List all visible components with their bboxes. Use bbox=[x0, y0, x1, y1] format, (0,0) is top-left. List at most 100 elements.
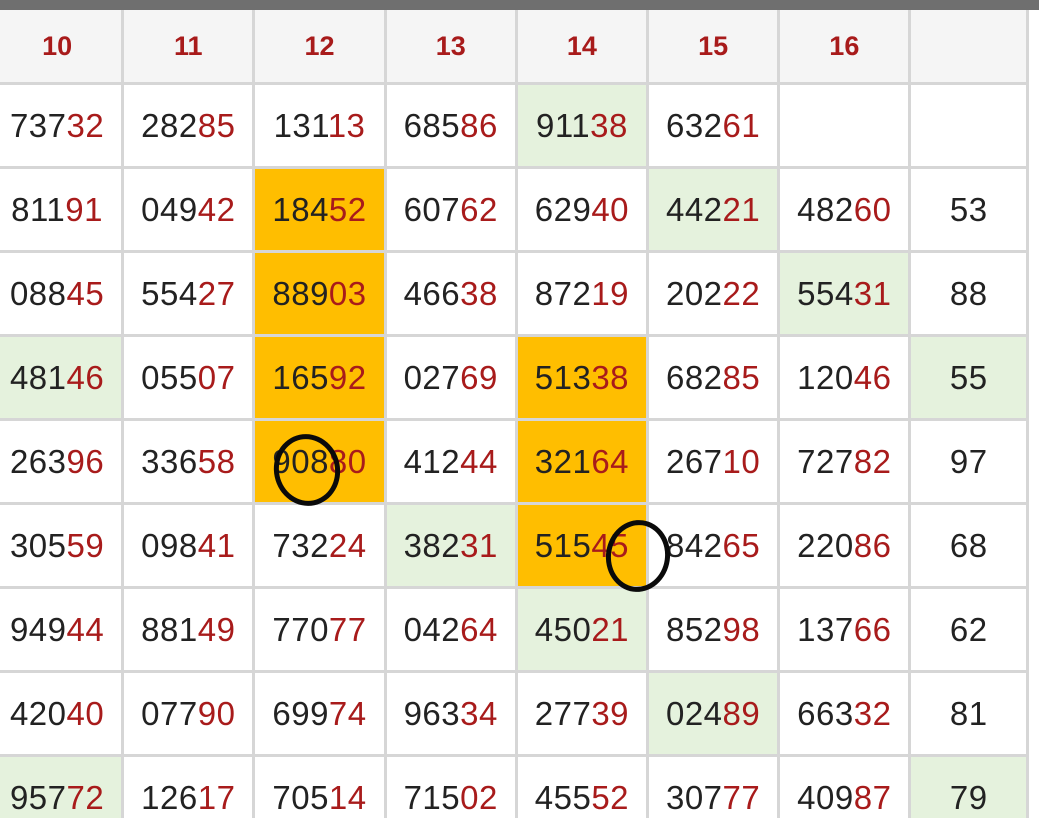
cell-digits-main: 732 bbox=[272, 526, 329, 564]
table-cell: 42040 bbox=[0, 670, 125, 757]
cell-digits-last-two: 58 bbox=[197, 442, 236, 480]
table-cell: 69974 bbox=[252, 670, 387, 757]
cell-digits-main: 554 bbox=[141, 274, 198, 312]
cell-digits-last-two: 07 bbox=[197, 358, 236, 396]
cell-digits-last-two: 62 bbox=[460, 190, 498, 228]
table-cell: 51545 bbox=[514, 502, 650, 589]
table-cell: 09841 bbox=[121, 502, 256, 589]
table-cell: 55431 bbox=[777, 250, 912, 337]
cell-digits-main: 481 bbox=[9, 358, 67, 396]
cell-digits-main: 024 bbox=[665, 694, 723, 732]
cell-digits-last-two: 44 bbox=[460, 442, 498, 480]
cell-digits-main: 077 bbox=[141, 694, 198, 732]
cell-digits-main: 949 bbox=[9, 610, 67, 648]
column-header bbox=[908, 10, 1029, 85]
table-cell: 30777 bbox=[646, 754, 781, 818]
table-row: 30559 09841 73224 38231 51545 84265 22086 68 bbox=[0, 502, 1029, 589]
table-cell: 77077 bbox=[252, 586, 387, 673]
table-cell: 22086 bbox=[777, 502, 912, 589]
cell-digits-main: 770 bbox=[272, 610, 329, 648]
table-cell: 18452 bbox=[252, 166, 387, 253]
column-header-row: 10 11 12 13 14 15 16 bbox=[0, 10, 1029, 85]
cell-digits-last-two: 46 bbox=[66, 358, 105, 396]
cell-digits-main: 629 bbox=[534, 190, 592, 228]
cell-digits-main: 79 bbox=[949, 778, 988, 816]
table-cell: 30559 bbox=[0, 502, 125, 589]
table-cell: 48146 bbox=[0, 334, 125, 421]
cell-digits-last-two: 38 bbox=[591, 358, 630, 396]
table-cell: 72782 bbox=[777, 418, 912, 505]
cell-digits-main: 450 bbox=[534, 610, 592, 648]
table-row: 81191 04942 18452 60762 62940 44221 48260 53 bbox=[0, 166, 1029, 253]
cell-digits-main: 305 bbox=[9, 526, 67, 564]
cell-digits-main: 098 bbox=[141, 526, 198, 564]
cell-digits-main: 126 bbox=[141, 778, 198, 816]
table-row: 48146 05507 16592 02769 51338 68285 12046 55 bbox=[0, 334, 1029, 421]
results-table-body: 73732 28285 13113 68586 91138 63261 81191 04942… bbox=[0, 82, 1029, 818]
cell-digits-main: 165 bbox=[272, 358, 329, 396]
table-cell: 32164 bbox=[514, 418, 650, 505]
cell-digits-main: 220 bbox=[797, 526, 854, 564]
cell-digits-last-two: 82 bbox=[853, 442, 892, 480]
cell-digits-last-two: 22 bbox=[722, 274, 761, 312]
column-header: 11 bbox=[121, 10, 256, 85]
cell-digits-last-two: 14 bbox=[328, 778, 367, 816]
table-cell: 95772 bbox=[0, 754, 125, 818]
table-cell: 79 bbox=[908, 754, 1029, 818]
cell-digits-main: 515 bbox=[534, 526, 592, 564]
cell-digits-main: 881 bbox=[141, 610, 198, 648]
cell-digits-last-two: 41 bbox=[197, 526, 236, 564]
cell-digits-main: 685 bbox=[403, 106, 461, 144]
table-cell: 44221 bbox=[646, 166, 781, 253]
table-cell: 28285 bbox=[121, 82, 256, 169]
cell-digits-main: 442 bbox=[665, 190, 723, 228]
cell-digits-main: 727 bbox=[797, 442, 854, 480]
cell-digits-main: 513 bbox=[534, 358, 592, 396]
cell-digits-last-two: 13 bbox=[327, 106, 366, 144]
cell-digits-last-two: 92 bbox=[328, 358, 367, 396]
column-header: 12 bbox=[252, 10, 387, 85]
cell-digits-main: 852 bbox=[665, 610, 723, 648]
cell-digits-last-two: 44 bbox=[66, 610, 105, 648]
cell-digits-last-two: 31 bbox=[853, 274, 892, 312]
cell-digits-last-two: 24 bbox=[328, 526, 367, 564]
table-cell: 38231 bbox=[383, 502, 518, 589]
cell-digits-last-two: 60 bbox=[853, 190, 892, 228]
table-cell: 55427 bbox=[121, 250, 256, 337]
cell-digits-main: 715 bbox=[403, 778, 461, 816]
cell-digits-last-two: 27 bbox=[197, 274, 236, 312]
cell-digits-last-two: 40 bbox=[591, 190, 630, 228]
cell-digits-last-two: 96 bbox=[66, 442, 105, 480]
cell-digits-main: 027 bbox=[403, 358, 461, 396]
table-cell bbox=[908, 82, 1029, 169]
cell-digits-main: 872 bbox=[534, 274, 592, 312]
cell-digits-main: 705 bbox=[272, 778, 329, 816]
cell-digits-last-two: 39 bbox=[591, 694, 630, 732]
cell-digits-last-two: 80 bbox=[328, 442, 367, 480]
table-cell: 96334 bbox=[383, 670, 518, 757]
cell-digits-main: 336 bbox=[141, 442, 198, 480]
cell-digits-last-two: 19 bbox=[591, 274, 630, 312]
cell-digits-main: 049 bbox=[141, 190, 198, 228]
cell-digits-last-two: 64 bbox=[591, 442, 630, 480]
cell-digits-last-two: 17 bbox=[197, 778, 236, 816]
table-cell: 16592 bbox=[252, 334, 387, 421]
cell-digits-last-two: 38 bbox=[590, 106, 628, 144]
table-cell: 12046 bbox=[777, 334, 912, 421]
cell-digits-main: 554 bbox=[797, 274, 854, 312]
cell-digits-main: 97 bbox=[949, 442, 988, 480]
table-cell: 73732 bbox=[0, 82, 125, 169]
cell-digits-main: 68 bbox=[949, 526, 988, 564]
table-cell: 90880 bbox=[252, 418, 387, 505]
cell-digits-last-two: 85 bbox=[197, 106, 236, 144]
cell-digits-last-two: 52 bbox=[328, 190, 367, 228]
table-cell: 87219 bbox=[514, 250, 650, 337]
cell-digits-main: 53 bbox=[949, 190, 988, 228]
table-cell: 68586 bbox=[383, 82, 518, 169]
cell-digits-main: 202 bbox=[665, 274, 723, 312]
cell-digits-main: 911 bbox=[535, 106, 591, 144]
cell-digits-last-two: 32 bbox=[853, 694, 892, 732]
cell-digits-main: 282 bbox=[141, 106, 198, 144]
top-border-bar bbox=[0, 0, 1039, 10]
table-cell: 94944 bbox=[0, 586, 125, 673]
